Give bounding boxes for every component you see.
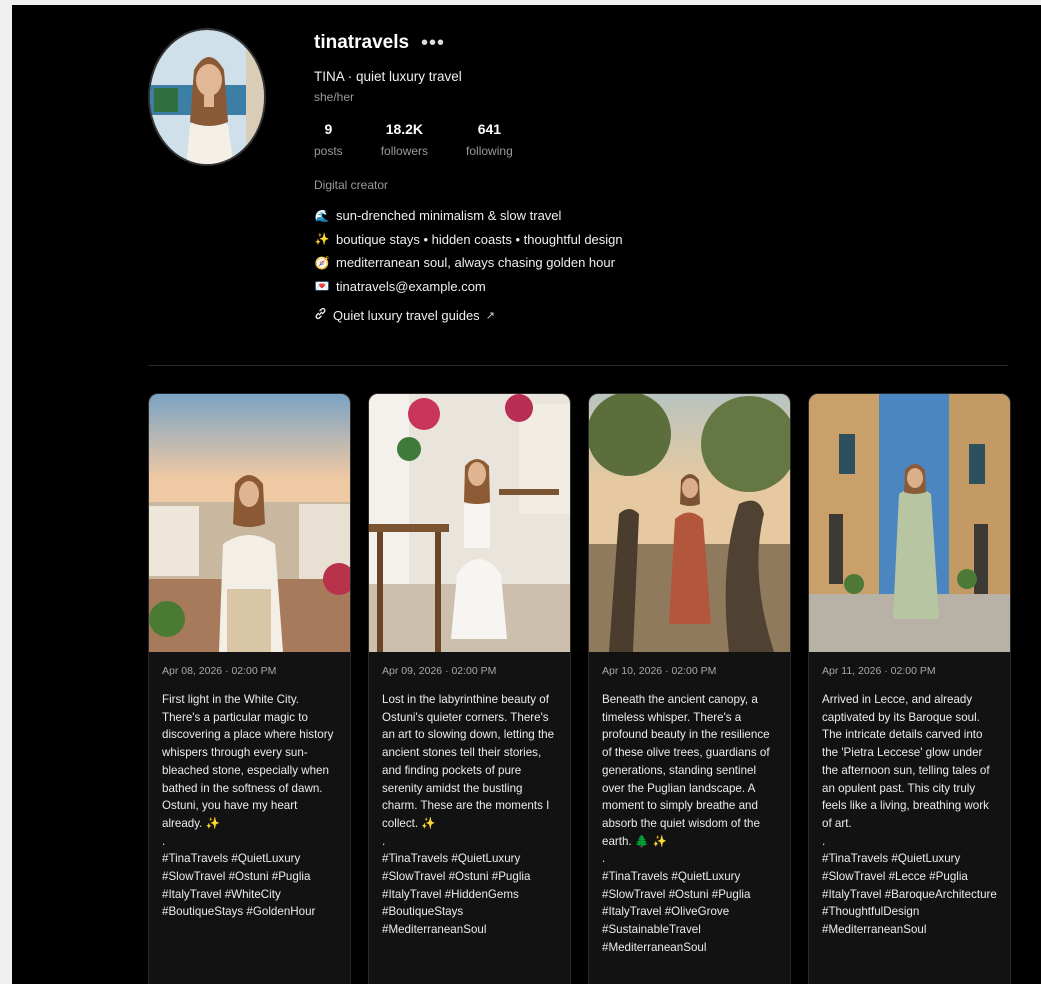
stat-value: 9 — [324, 121, 333, 137]
post-card[interactable]: Apr 10, 2026 · 02:00 PM Beneath the anci… — [588, 393, 791, 984]
post-card[interactable]: Apr 11, 2026 · 02:00 PM Arrived in Lecce… — [808, 393, 1011, 984]
pronouns: she/her — [314, 90, 355, 104]
bio-text: mediterranean soul, always chasing golde… — [336, 255, 615, 271]
profile-stats: 9 posts 18.2K followers 641 following — [314, 121, 994, 158]
post-date: Apr 11, 2026 · 02:00 PM — [822, 665, 936, 677]
post-date: Apr 09, 2026 · 02:00 PM — [382, 665, 497, 677]
stat-posts[interactable]: 9 posts — [314, 121, 343, 158]
post-caption: Lost in the labyrinthine beauty of Ostun… — [382, 693, 555, 937]
bio-line: 🌊 sun-drenched minimalism & slow travel — [314, 204, 994, 228]
external-arrow-icon: ↗ — [485, 309, 495, 322]
profile-page: tinatravels ••• TINA · quiet luxury trav… — [12, 5, 1041, 984]
bio-text: boutique stays • hidden coasts • thought… — [336, 231, 623, 247]
link-icon — [314, 307, 327, 323]
bio-text: sun-drenched minimalism & slow travel — [336, 208, 562, 224]
category-label: Digital creator — [314, 178, 389, 192]
avatar[interactable] — [148, 28, 266, 166]
sparkles-icon: ✨ — [314, 232, 330, 247]
divider — [148, 365, 1008, 366]
stat-label: following — [466, 144, 513, 158]
bio-line: 🧭 mediterranean soul, always chasing gol… — [314, 251, 994, 275]
wave-icon: 🌊 — [314, 208, 330, 223]
post-image[interactable] — [149, 394, 350, 652]
stat-followers[interactable]: 18.2K followers — [381, 121, 428, 158]
stat-label: followers — [380, 144, 429, 158]
post-image[interactable] — [589, 394, 790, 652]
stat-value: 18.2K — [385, 121, 424, 137]
post-card[interactable]: Apr 08, 2026 · 02:00 PM First light in t… — [148, 393, 351, 984]
compass-icon: 🧭 — [314, 255, 330, 270]
stat-label: posts — [314, 144, 343, 158]
external-link[interactable]: Quiet luxury travel guides ↗ — [314, 307, 994, 323]
post-caption: Arrived in Lecce, and already captivated… — [822, 693, 997, 937]
post-caption: Beneath the ancient canopy, a timeless w… — [602, 693, 770, 954]
full-name: TINA · quiet luxury travel — [314, 69, 462, 84]
link-text: Quiet luxury travel guides — [333, 307, 480, 323]
post-caption: First light in the White City. There's a… — [162, 693, 334, 919]
bio-line: 💌 tinatravels@example.com — [314, 275, 994, 299]
profile-info: tinatravels ••• TINA · quiet luxury trav… — [314, 26, 994, 323]
post-card[interactable]: Apr 09, 2026 · 02:00 PM Lost in the laby… — [368, 393, 571, 984]
profile-header: tinatravels ••• TINA · quiet luxury trav… — [148, 26, 1008, 346]
post-image[interactable] — [809, 394, 1010, 652]
bio-text: tinatravels@example.com — [336, 278, 486, 294]
post-date: Apr 08, 2026 · 02:00 PM — [162, 665, 277, 677]
post-date: Apr 10, 2026 · 02:00 PM — [602, 665, 717, 677]
bio-line: ✨ boutique stays • hidden coasts • thoug… — [314, 228, 994, 252]
more-options-icon[interactable]: ••• — [421, 33, 445, 53]
username: tinatravels — [314, 32, 410, 53]
bio: 🌊 sun-drenched minimalism & slow travel … — [314, 204, 994, 298]
envelope-heart-icon: 💌 — [314, 279, 330, 294]
stat-following[interactable]: 641 following — [466, 121, 513, 158]
stat-value: 641 — [477, 121, 502, 137]
post-image[interactable] — [369, 394, 570, 652]
posts-grid: Apr 08, 2026 · 02:00 PM First light in t… — [148, 393, 1012, 984]
